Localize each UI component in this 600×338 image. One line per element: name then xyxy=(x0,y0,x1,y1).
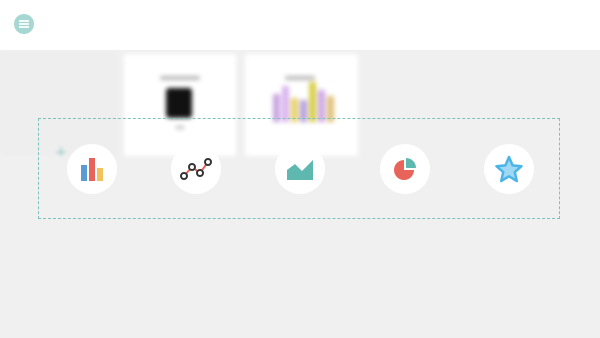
line-chart-button[interactable] xyxy=(171,144,221,194)
bar-chart-button[interactable] xyxy=(67,144,117,194)
hamburger-menu-icon[interactable] xyxy=(14,14,34,34)
card-title-placeholder xyxy=(285,76,315,80)
top-bar xyxy=(0,0,600,50)
star-chart-button[interactable] xyxy=(484,144,534,194)
star-icon xyxy=(495,155,523,183)
card-title-placeholder xyxy=(160,76,200,80)
phone-preview-icon xyxy=(166,88,192,118)
area-chart-button[interactable] xyxy=(275,144,325,194)
line-chart-icon xyxy=(180,158,212,180)
bar-chart-icon xyxy=(81,158,103,181)
pie-chart-icon xyxy=(394,158,416,180)
area-chart-icon xyxy=(287,160,313,180)
pie-chart-button[interactable] xyxy=(380,144,430,194)
